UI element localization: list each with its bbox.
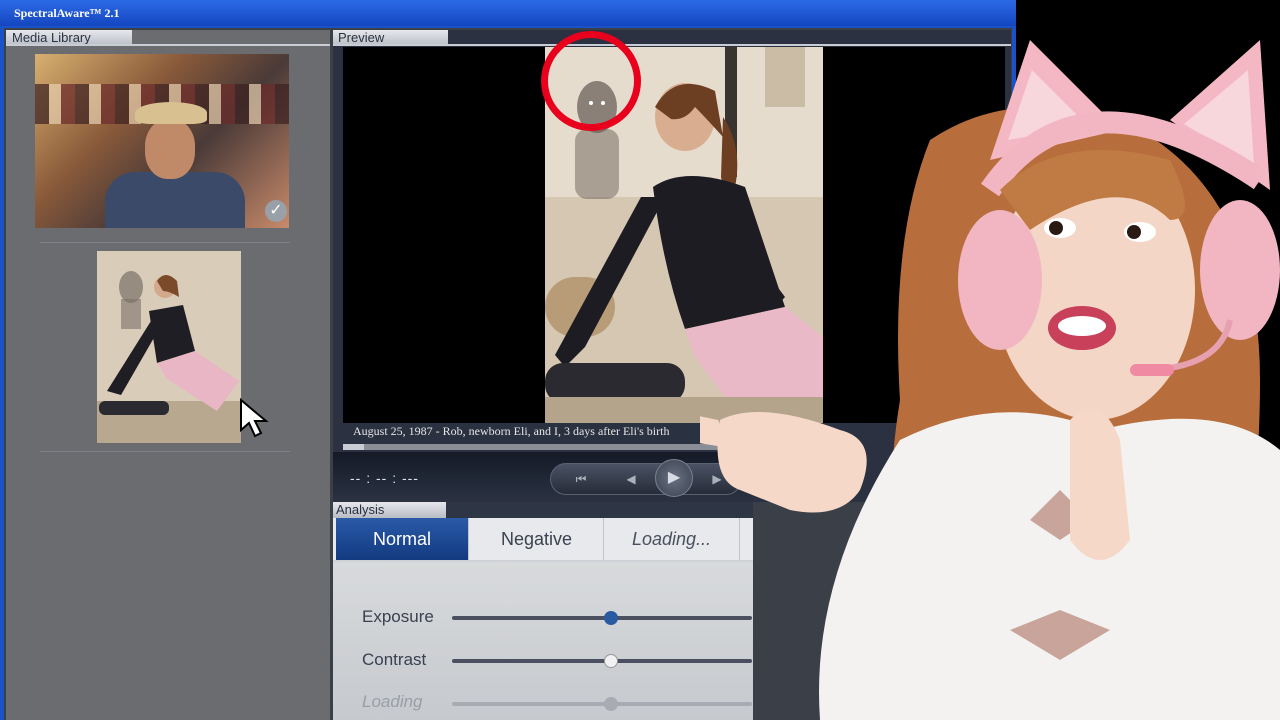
highlight-circle	[541, 31, 641, 131]
contrast-slider-knob[interactable]	[604, 654, 618, 668]
thumbnail-pilates-photo[interactable]	[97, 251, 241, 443]
skip-back-icon[interactable]: ⏮	[565, 464, 597, 494]
photo-subject-face	[145, 119, 195, 179]
exposure-slider-knob[interactable]	[604, 611, 618, 625]
play-icon[interactable]: ▶	[655, 459, 693, 497]
thumbnail-divider	[40, 242, 290, 243]
loading-slider-label: Loading	[362, 692, 423, 711]
app-title: SpectralAware™ 2.1	[14, 6, 120, 20]
media-library-divider	[6, 44, 330, 46]
analysis-header: Analysis	[333, 502, 446, 518]
step-back-icon[interactable]: ◀	[615, 464, 647, 494]
photo-subject-hat	[135, 102, 207, 124]
tab-normal[interactable]: Normal	[336, 518, 469, 560]
pilates-scene-small	[97, 251, 241, 443]
photo-subject-shirt	[105, 172, 245, 228]
streamer-overlay	[700, 40, 1280, 720]
checkmark-icon: ✓	[265, 200, 287, 222]
thumbnail-family-photo[interactable]	[35, 54, 289, 228]
mouse-cursor-icon	[240, 398, 269, 438]
timecode-display: -- : -- : ---	[350, 470, 419, 486]
loading-slider-knob	[604, 697, 618, 711]
seek-bar-progress	[343, 444, 364, 450]
contrast-label: Contrast	[362, 650, 427, 669]
exposure-label: Exposure	[362, 607, 434, 626]
tab-negative[interactable]: Negative	[470, 518, 604, 560]
thumbnail-divider	[40, 451, 290, 452]
image-caption: August 25, 1987 - Rob, newborn Eli, and …	[353, 424, 670, 438]
